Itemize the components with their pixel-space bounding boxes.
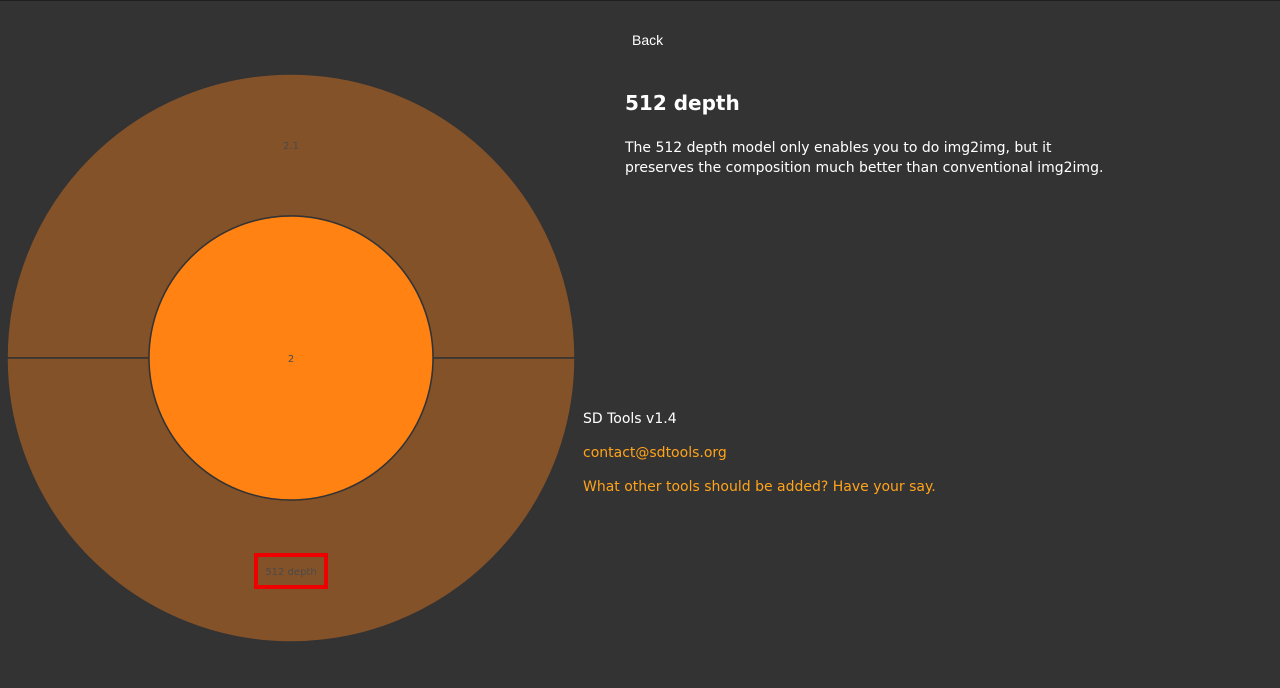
sunburst-chart[interactable]: 2 2.1 512 depth xyxy=(0,1,584,688)
page-title: 512 depth xyxy=(625,91,740,115)
footer: SD Tools v1.4 contact@sdtools.org What o… xyxy=(583,410,936,512)
contact-email-link[interactable]: contact@sdtools.org xyxy=(583,444,936,462)
back-button[interactable]: Back xyxy=(632,32,663,48)
page: 2 2.1 512 depth Back 512 depth The 512 dep… xyxy=(0,0,1280,688)
version-label: SD Tools v1.4 xyxy=(583,411,677,427)
detail-description: The 512 depth model only enables you to … xyxy=(625,140,1104,176)
segment-label-2-1: 2.1 xyxy=(283,141,299,152)
segment-label-2: 2 xyxy=(288,354,294,365)
feedback-link[interactable]: What other tools should be added? Have y… xyxy=(583,478,936,496)
segment-label-512-depth: 512 depth xyxy=(265,567,316,578)
